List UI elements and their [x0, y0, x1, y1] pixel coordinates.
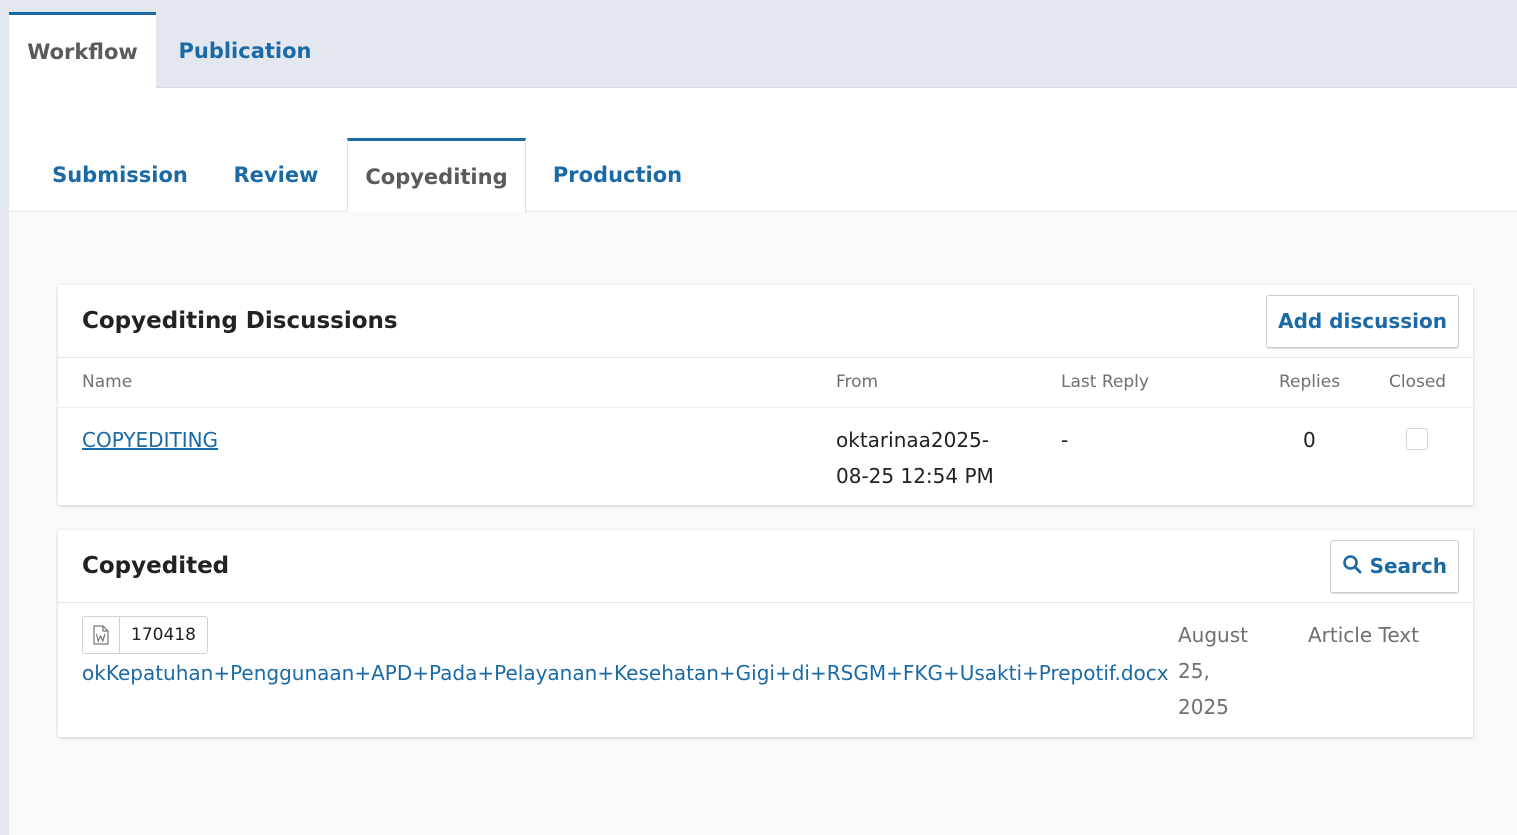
tab-copyediting[interactable]: Copyediting [347, 138, 526, 213]
add-discussion-button[interactable]: Add discussion [1266, 294, 1459, 348]
tab-submission[interactable]: Submission [33, 138, 207, 212]
file-date-month: August [1178, 623, 1248, 647]
tab-publication-label: Publication [178, 38, 312, 63]
copyedited-header: Copyedited Search [58, 530, 1473, 603]
discussions-title: Copyediting Discussions [82, 308, 398, 334]
discussion-replies: 0 [1303, 428, 1316, 452]
table-row: COPYEDITING oktarinaa2025- 08-25 12:54 P… [58, 408, 1473, 504]
file-id: 170418 [131, 625, 196, 645]
search-button-label: Search [1369, 554, 1447, 578]
tab-production[interactable]: Production [526, 138, 709, 212]
discussions-header: Copyediting Discussions Add discussion [58, 285, 1473, 358]
discussion-last-reply: - [1061, 428, 1069, 452]
file-badge: 170418 [82, 616, 208, 654]
tab-submission-label: Submission [52, 163, 188, 187]
list-item: 170418 okKepatuhan+Penggunaan+APD+Pada+P… [58, 603, 1473, 736]
stage-tab-bar: Submission Review Copyediting Production [9, 88, 1517, 213]
top-tab-bar: Workflow Publication [9, 0, 1517, 89]
tab-production-label: Production [552, 163, 683, 187]
column-replies: Replies [1279, 372, 1341, 392]
word-document-icon [83, 617, 120, 653]
column-last-reply: Last Reply [1061, 372, 1149, 392]
search-button[interactable]: Search [1329, 539, 1459, 593]
discussions-panel: Copyediting Discussions Add discussion N… [58, 285, 1473, 505]
discussion-name-link[interactable]: COPYEDITING [82, 428, 218, 452]
copyedited-panel: Copyedited Search 170418 okKepatuhan+Pen… [58, 530, 1473, 737]
discussion-from-line1: oktarinaa2025- [836, 428, 989, 452]
page: Workflow Publication Submission Review C… [9, 0, 1517, 835]
column-name: Name [82, 372, 133, 392]
discussion-closed-checkbox[interactable] [1406, 428, 1428, 450]
discussion-from-line2: 08-25 12:54 PM [836, 464, 994, 488]
file-date-year: 2025 [1178, 695, 1229, 719]
search-icon [1342, 554, 1362, 579]
tab-review-label: Review [233, 163, 319, 187]
file-type: Article Text [1308, 623, 1419, 647]
discussions-table-header: Name From Last Reply Replies Closed [58, 358, 1473, 408]
file-date: August 25, 2025 [1178, 617, 1268, 725]
file-date-day: 25, [1178, 659, 1210, 683]
add-discussion-label: Add discussion [1278, 309, 1447, 333]
tab-workflow-label: Workflow [27, 40, 138, 64]
file-name-link[interactable]: okKepatuhan+Penggunaan+APD+Pada+Pelayana… [82, 661, 1169, 685]
tab-review[interactable]: Review [207, 138, 345, 212]
tab-publication[interactable]: Publication [156, 12, 334, 89]
column-from: From [836, 372, 879, 392]
stage-content: Copyediting Discussions Add discussion N… [9, 212, 1517, 835]
tab-workflow[interactable]: Workflow [9, 12, 156, 89]
column-closed: Closed [1389, 372, 1447, 392]
tab-copyediting-label: Copyediting [365, 165, 508, 189]
copyedited-title: Copyedited [82, 553, 230, 579]
